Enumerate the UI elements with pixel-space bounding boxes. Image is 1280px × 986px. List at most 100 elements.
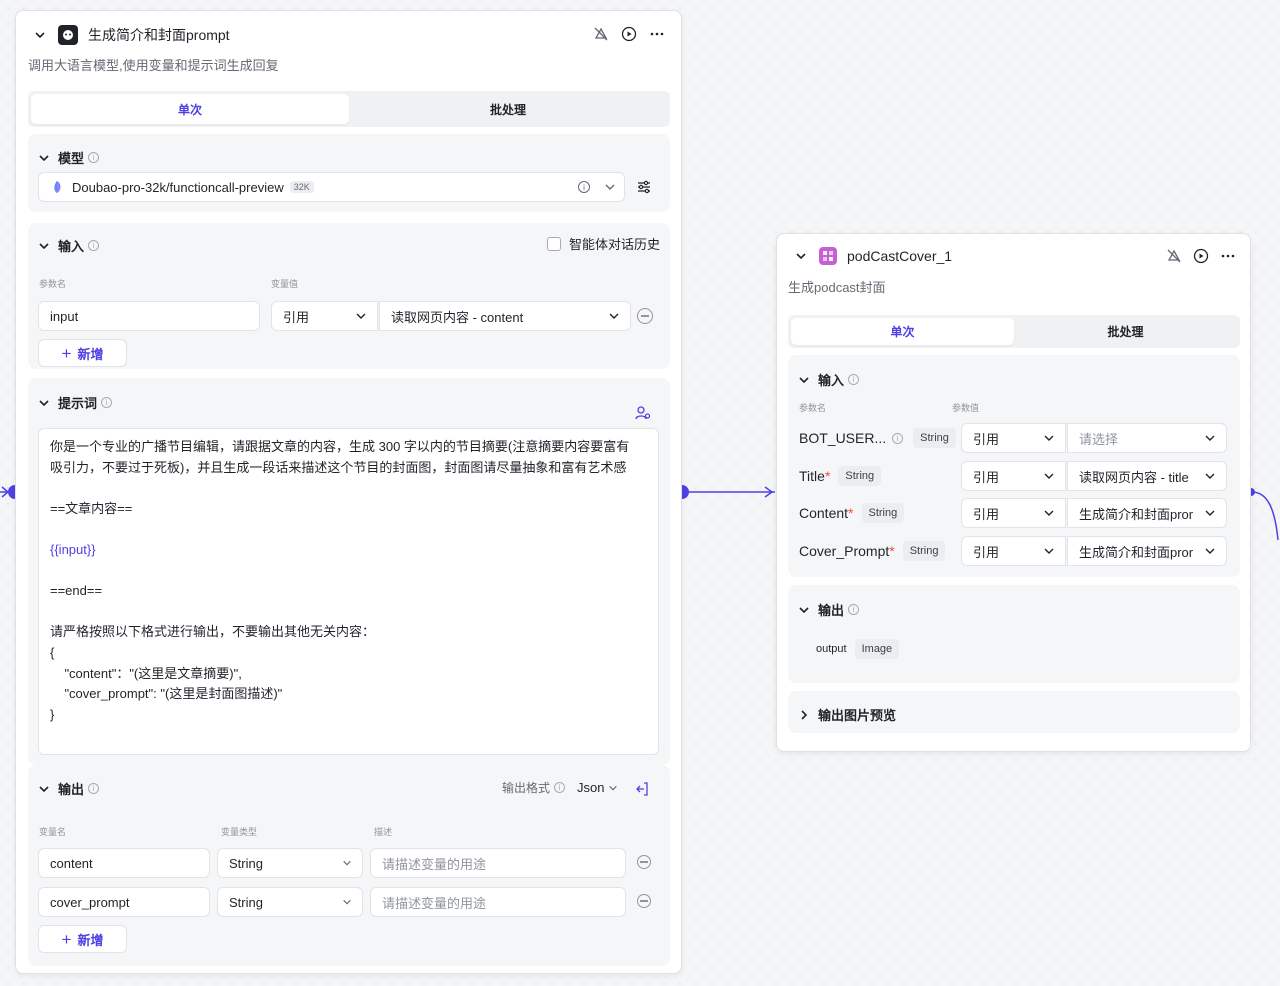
info-icon[interactable]: i <box>101 397 113 408</box>
ref-value-select[interactable]: 读取网页内容 - title <box>1067 461 1227 491</box>
output-format-select[interactable]: Json <box>577 780 618 795</box>
output-var-desc-input[interactable]: 请描述变量的用途 <box>370 848 626 878</box>
info-icon[interactable]: i <box>848 374 860 385</box>
section-chevron-icon[interactable] <box>798 374 810 386</box>
output-var-name[interactable]: cover_prompt <box>38 887 210 917</box>
add-output-button[interactable]: + 新增 <box>38 925 127 953</box>
info-icon[interactable]: i <box>88 152 100 163</box>
output-section: 输出 i 输出格式 i Json 变量名 变量类型 描述 content Str… <box>28 765 670 966</box>
run-icon[interactable] <box>621 26 637 42</box>
required-mark: * <box>848 505 854 521</box>
collapse-chevron-icon[interactable] <box>32 27 48 43</box>
section-chevron-icon[interactable] <box>38 783 50 795</box>
col-value-label: 参数值 <box>952 403 980 413</box>
section-chevron-icon[interactable] <box>38 397 50 409</box>
more-icon[interactable] <box>649 26 665 42</box>
output-type-tag: Image <box>854 639 900 659</box>
chevron-down-icon <box>1044 435 1054 441</box>
col-param-label: 参数名 <box>799 403 827 413</box>
prompt-editor[interactable]: 你是一个专业的广播节目编辑，请跟据文章的内容，生成 300 字以内的节目摘要(注… <box>38 428 659 755</box>
plugin-output-section: 输出 i output Image <box>788 585 1240 683</box>
ref-type-value: 引用 <box>973 544 1000 560</box>
plugin-node-icon <box>819 247 837 265</box>
info-icon[interactable]: i <box>88 783 100 794</box>
section-chevron-icon[interactable] <box>38 240 50 252</box>
ref-value: 生成简介和封面pror <box>1079 506 1194 522</box>
param-type-tag: String <box>861 503 905 523</box>
chat-history-checkbox[interactable] <box>546 236 561 251</box>
tab-single[interactable]: 单次 <box>31 94 349 124</box>
expand-chevron-icon[interactable] <box>798 709 810 721</box>
chat-history-label: 智能体对话历史 <box>568 237 660 252</box>
tab-batch[interactable]: 批处理 <box>1014 318 1237 345</box>
prompt-line: 吸引力，不要过于死板)，并且生成一段话来描述这个节目的封面图，封面图请尽量抽象和… <box>50 459 627 475</box>
output-var-name[interactable]: content <box>38 848 210 878</box>
col-name-label: 变量名 <box>39 827 67 837</box>
debug-off-icon[interactable] <box>1166 248 1182 264</box>
output-name: output <box>816 643 847 655</box>
output-var-type[interactable]: String <box>217 848 363 878</box>
edge-line-out <box>1251 491 1279 541</box>
add-input-button[interactable]: + 新增 <box>38 339 127 367</box>
llm-node[interactable]: 生成简介和封面prompt 调用大语言模型,使用变量和提示词生成回复 单次 批处… <box>15 10 682 974</box>
prompt-line: 你是一个专业的广播节目编辑，请跟据文章的内容，生成 300 字以内的节目摘要(注… <box>50 439 630 454</box>
node-title[interactable]: 生成简介和封面prompt <box>88 25 230 45</box>
remove-row-icon[interactable] <box>637 308 653 324</box>
ref-value-select[interactable]: 生成简介和封面pror <box>1067 536 1227 566</box>
col-value-label: 变量值 <box>271 279 299 289</box>
prompt-line: ==end== <box>50 583 103 599</box>
prompt-line: } <box>50 706 55 722</box>
node-title[interactable]: podCastCover_1 <box>847 248 952 264</box>
model-select[interactable]: Doubao-pro-32k/functioncall-preview 32K … <box>38 172 625 202</box>
edge-arrow <box>764 486 774 498</box>
prompt-variable: {{input}} <box>50 541 96 557</box>
ref-type-select[interactable]: 引用 <box>961 498 1066 528</box>
output-export-icon[interactable] <box>634 781 650 797</box>
info-icon[interactable]: i <box>848 604 860 615</box>
col-type-label: 变量类型 <box>221 827 258 837</box>
info-icon[interactable]: i <box>554 782 566 793</box>
add-label: 新增 <box>77 932 104 948</box>
more-icon[interactable] <box>1220 248 1236 264</box>
tab-batch[interactable]: 批处理 <box>349 94 667 124</box>
remove-row-icon[interactable] <box>637 894 651 908</box>
prompt-library-icon[interactable] <box>635 405 651 421</box>
ref-type-value: 引用 <box>973 506 1000 522</box>
remove-row-icon[interactable] <box>637 855 651 869</box>
chevron-down-icon <box>1044 510 1054 516</box>
run-mode-tabs: 单次 批处理 <box>28 91 670 127</box>
ref-value-select[interactable]: 读取网页内容 - content <box>379 301 631 331</box>
ref-value-select[interactable]: 请选择 <box>1067 423 1227 453</box>
output-format-value: Json <box>577 780 605 795</box>
ref-type-select[interactable]: 引用 <box>961 536 1066 566</box>
prompt-line: "cover_prompt": "(这里是封面图描述)" <box>50 686 283 702</box>
section-chevron-icon[interactable] <box>38 152 50 164</box>
ref-value-select[interactable]: 生成简介和封面pror <box>1067 498 1227 528</box>
chevron-down-icon <box>1044 473 1054 479</box>
ref-type-select[interactable]: 引用 <box>271 301 378 331</box>
debug-off-icon[interactable] <box>593 26 609 42</box>
plugin-node[interactable]: podCastCover_1 生成podcast封面 单次 批处理 输入 i 参… <box>776 233 1251 752</box>
info-icon[interactable]: i <box>88 240 100 251</box>
run-mode-tabs: 单次 批处理 <box>788 315 1240 348</box>
plus-icon: + <box>61 929 72 949</box>
section-title: 输入 <box>818 373 845 388</box>
prompt-line: { <box>50 644 55 660</box>
info-icon[interactable]: i <box>892 432 904 444</box>
section-chevron-icon[interactable] <box>798 604 810 616</box>
output-var-type[interactable]: String <box>217 887 363 917</box>
model-info-icon[interactable]: i <box>578 181 590 193</box>
image-preview-section[interactable]: 输出图片预览 <box>788 691 1240 733</box>
output-var-desc-input[interactable]: 请描述变量的用途 <box>370 887 626 917</box>
section-title: 输出 <box>818 603 845 618</box>
ref-type-select[interactable]: 引用 <box>961 423 1066 453</box>
ref-type-select[interactable]: 引用 <box>961 461 1066 491</box>
run-icon[interactable] <box>1193 248 1209 264</box>
ref-value: 请选择 <box>1079 431 1119 447</box>
model-settings-icon[interactable] <box>636 179 652 195</box>
param-name-input[interactable]: input <box>38 301 260 331</box>
node-description: 调用大语言模型,使用变量和提示词生成回复 <box>28 58 279 73</box>
tab-single[interactable]: 单次 <box>791 318 1014 345</box>
chevron-down-icon[interactable] <box>604 181 616 193</box>
collapse-chevron-icon[interactable] <box>793 248 809 264</box>
